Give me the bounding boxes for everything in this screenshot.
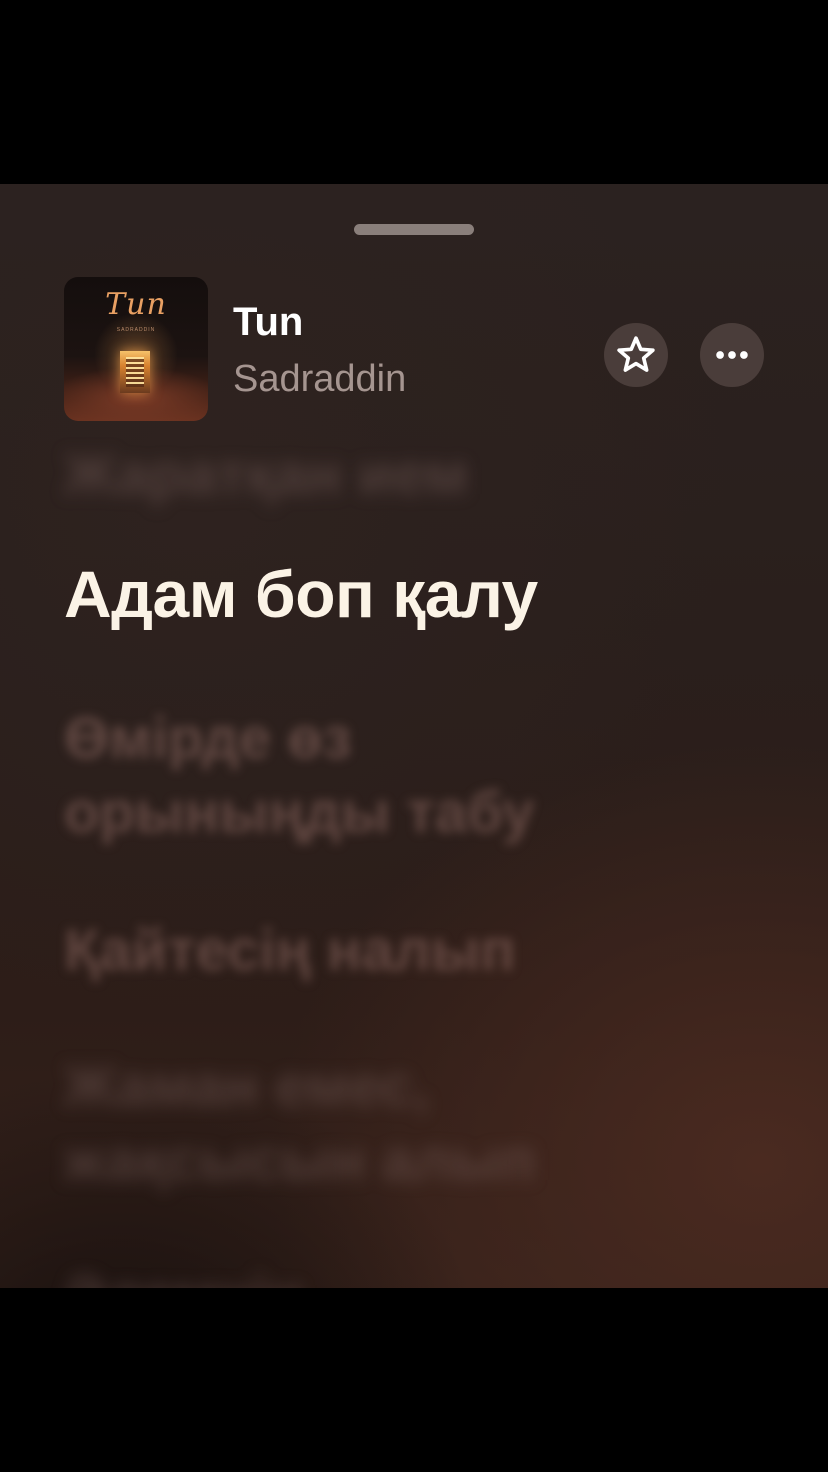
lyric-line[interactable]: Жаман емес, (64, 1052, 429, 1123)
artwork-subtitle: SADRADDIN (116, 327, 156, 333)
artwork-building (120, 351, 150, 393)
lyric-line[interactable]: Әлемнің (64, 1262, 303, 1288)
star-icon (617, 336, 655, 372)
lyric-line[interactable]: Өмірде өз (64, 704, 352, 775)
more-button[interactable] (700, 323, 764, 387)
lyric-line-current[interactable]: Адам боп қалу (64, 554, 538, 635)
lyric-line-previous[interactable]: Жаратқан ием (64, 440, 468, 511)
screen: Tun SADRADDIN Tun Sadraddin Жаратқан ием… (0, 0, 828, 1472)
track-artist[interactable]: Sadraddin (233, 360, 406, 398)
now-playing-header: Tun SADRADDIN Tun Sadraddin (0, 184, 828, 444)
lyric-line[interactable]: орыныңды табу (64, 778, 534, 849)
lyric-line[interactable]: жақсысын алып (64, 1126, 536, 1197)
album-artwork[interactable]: Tun SADRADDIN (64, 277, 208, 421)
lyric-line[interactable]: Қайтесің налып (64, 916, 515, 987)
ellipsis-icon (716, 351, 748, 359)
now-playing-sheet: Tun SADRADDIN Tun Sadraddin Жаратқан ием… (0, 184, 828, 1288)
track-title: Tun (233, 300, 304, 344)
artwork-title: Tun (105, 287, 167, 322)
favorite-button[interactable] (604, 323, 668, 387)
